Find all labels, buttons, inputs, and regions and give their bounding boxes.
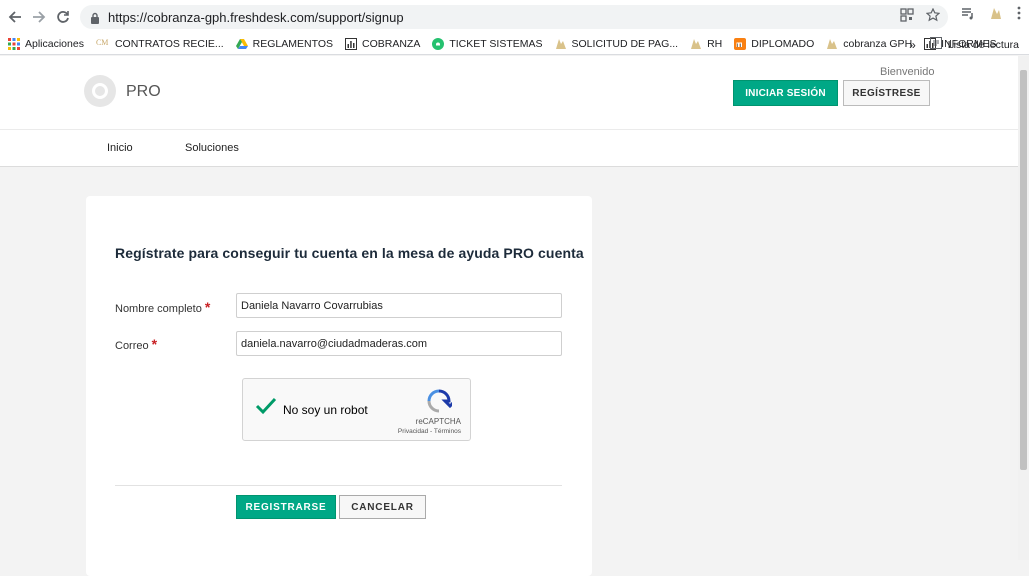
bookmark-label: TICKET SISTEMAS [449,37,543,50]
tree-icon [826,38,838,50]
portal-brand-name: PRO [126,83,161,100]
playlist-icon[interactable] [961,6,975,24]
welcome-text: Bienvenido [880,66,935,78]
bookmark-reglamentos[interactable]: REGLAMENTOS [235,37,333,50]
more-bookmarks-button[interactable]: » [909,38,916,52]
recaptcha-widget: No soy un robot reCAPTCHA Privacidad - T… [242,378,471,441]
star-icon[interactable] [925,7,941,25]
name-label: Nombre completo * [115,299,210,315]
back-arrow-icon[interactable] [2,4,28,30]
lock-icon [90,11,100,24]
bookmark-ticket-sistemas[interactable]: TICKET SISTEMAS [432,37,543,50]
chart-icon [345,37,357,50]
scroll-thumb[interactable] [1020,70,1027,470]
url-text: https://cobranza-gph.freshdesk.com/suppo… [108,9,404,25]
portal-logo[interactable] [84,75,116,107]
recaptcha-brand: reCAPTCHA [415,417,461,426]
full-name-input[interactable]: Daniela Navarro Covarrubias [236,293,562,318]
reading-list-icon [929,37,942,52]
form-divider [115,485,562,486]
freshdesk-icon [432,37,445,50]
reload-icon[interactable] [50,4,76,30]
register-button[interactable]: REGÍSTRESE [843,80,930,106]
signup-title: Regístrate para conseguir tu cuenta en l… [115,245,584,261]
cancel-button[interactable]: CANCELAR [339,495,426,519]
portal-nav: Inicio Soluciones [0,130,1018,167]
bookmark-label: SOLICITUD DE PAG... [571,37,679,50]
extension-tree-icon[interactable] [989,6,1003,24]
submit-button[interactable]: REGISTRARSE [236,495,336,519]
moodle-icon [734,37,747,50]
required-mark: * [204,299,211,315]
reading-list-label: Lista de lectura [947,38,1019,51]
page-content: PRO Bienvenido INICIAR SESIÓN REGÍSTRESE… [0,56,1018,576]
recaptcha-links[interactable]: Privacidad - Términos [398,428,461,435]
cm-icon: CM [95,37,109,47]
tree-icon [555,38,567,50]
email-label-text: Correo [115,340,149,352]
bookmark-label: cobranza GPH [843,37,913,50]
bookmark-rh[interactable]: RH [690,38,722,50]
bookmark-label: CONTRATOS RECIE... [114,37,224,50]
recaptcha-text: No soy un robot [283,403,368,417]
bookmark-aplicaciones[interactable]: Aplicaciones [8,37,84,50]
nav-inicio[interactable]: Inicio [107,142,133,154]
address-bar[interactable]: https://cobranza-gph.freshdesk.com/suppo… [80,5,948,29]
forward-arrow-icon[interactable] [26,4,52,30]
bookmark-cobranza-gph[interactable]: cobranza GPH [826,38,912,50]
portal-header: PRO Bienvenido INICIAR SESIÓN REGÍSTRESE [0,56,1018,130]
bookmarks-bar: Aplicaciones CM CONTRATOS RECIE... REGLA… [0,33,1029,55]
recaptcha-logo-icon [426,388,459,419]
qr-code-icon[interactable] [900,8,914,25]
reading-list-button[interactable]: Lista de lectura [929,37,1019,52]
bookmark-label: RH [707,37,723,50]
bookmark-diplomado[interactable]: DIPLOMADO [734,37,815,50]
name-label-text: Nombre completo [115,303,202,315]
nav-soluciones[interactable]: Soluciones [185,142,239,154]
login-button[interactable]: INICIAR SESIÓN [733,80,838,106]
tree-icon [690,38,702,50]
page-scrollbar[interactable] [1018,56,1029,560]
bookmark-label: DIPLOMADO [751,37,815,50]
apps-grid-icon [8,37,20,50]
kebab-menu-icon[interactable] [1017,6,1021,24]
bookmark-contratos[interactable]: CM CONTRATOS RECIE... [96,38,224,50]
bookmark-label: COBRANZA [362,37,421,50]
headset-icon [92,83,108,99]
signup-card: Regístrate para conseguir tu cuenta en l… [86,196,592,576]
bookmark-label: REGLAMENTOS [252,37,333,50]
required-mark: * [151,336,158,352]
bookmark-label: Aplicaciones [25,37,84,50]
drive-icon [235,38,248,50]
email-input[interactable]: daniela.navarro@ciudadmaderas.com [236,331,562,356]
browser-toolbar: https://cobranza-gph.freshdesk.com/suppo… [0,0,1029,33]
bookmark-solicitud-de-pago[interactable]: SOLICITUD DE PAG... [555,37,679,50]
email-label: Correo * [115,336,157,352]
checkmark-icon[interactable] [255,397,277,420]
bookmark-cobranza[interactable]: COBRANZA [345,37,421,50]
